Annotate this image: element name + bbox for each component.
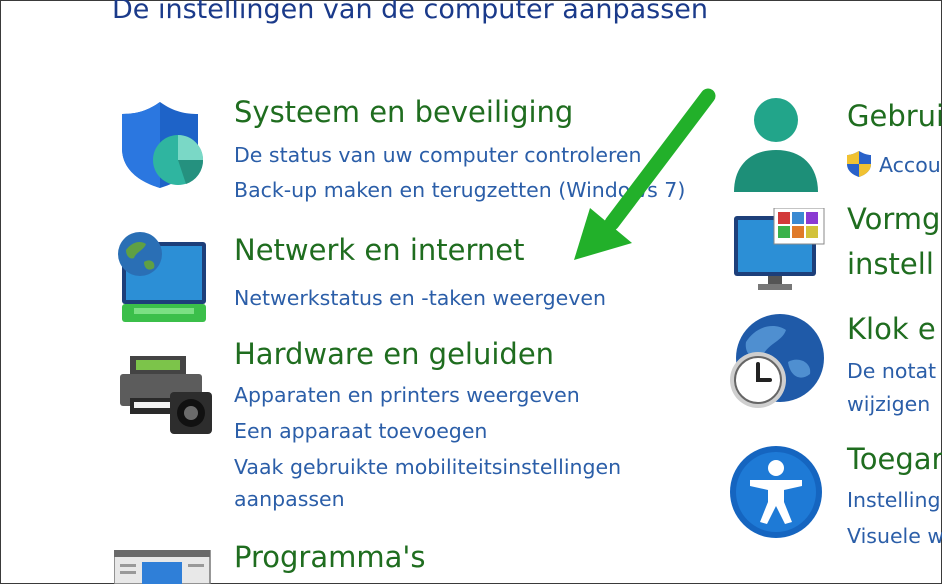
annotation-arrow-icon	[574, 88, 716, 260]
link-accessibility-settings[interactable]: Instelling	[847, 488, 940, 512]
category-accessibility[interactable]: Toegar	[847, 444, 942, 475]
network-monitor-icon	[118, 232, 206, 322]
page-title: De instellingen van de computer aanpasse…	[112, 0, 709, 25]
link-add-device[interactable]: Een apparaat toevoegen	[234, 419, 487, 443]
link-devices-printers[interactable]: Apparaten en printers weergeven	[234, 383, 580, 407]
shield-icon	[122, 102, 204, 188]
category-network-internet[interactable]: Netwerk en internet	[234, 235, 525, 266]
link-account-type[interactable]: Accou	[879, 153, 941, 177]
category-clock-region[interactable]: Klok e	[847, 314, 936, 345]
uac-shield-icon	[847, 151, 871, 177]
appearance-monitor-icon	[734, 208, 825, 290]
category-system-security[interactable]: Systeem en beveiliging	[234, 97, 573, 128]
link-date-format-cont[interactable]: wijzigen	[847, 392, 930, 416]
category-appearance-cont[interactable]: instell	[847, 249, 934, 280]
category-appearance[interactable]: Vormg	[847, 204, 940, 235]
link-visual-display[interactable]: Visuele w	[847, 524, 942, 548]
printer-icon	[120, 356, 212, 434]
category-hardware-sound[interactable]: Hardware en geluiden	[234, 339, 554, 370]
category-programs[interactable]: Programma's	[234, 542, 425, 573]
clock-globe-icon	[730, 314, 824, 408]
link-mobility-settings[interactable]: Vaak gebruikte mobiliteitsinstellingen	[234, 455, 621, 479]
accessibility-icon	[730, 446, 822, 538]
category-user-accounts[interactable]: Gebrui	[847, 101, 942, 132]
user-icon	[734, 98, 818, 192]
programs-window-icon	[114, 550, 211, 584]
link-mobility-settings-cont[interactable]: aanpassen	[234, 487, 345, 511]
link-date-format[interactable]: De notat	[847, 359, 936, 383]
link-network-status[interactable]: Netwerkstatus en -taken weergeven	[234, 286, 606, 310]
